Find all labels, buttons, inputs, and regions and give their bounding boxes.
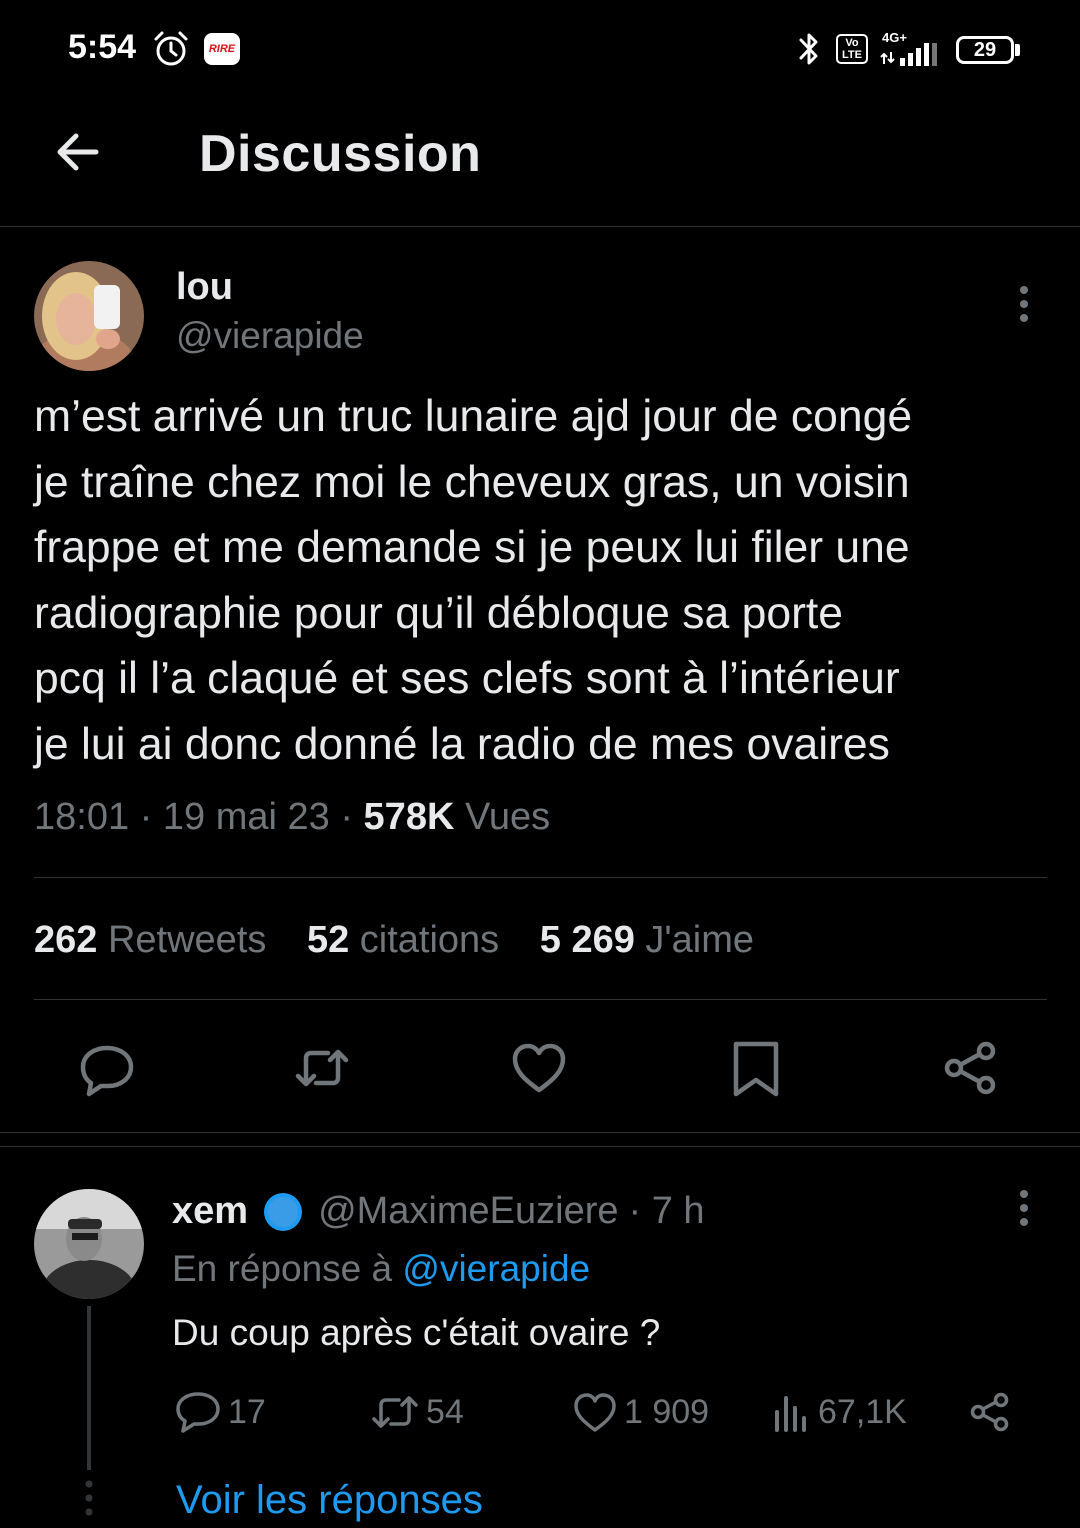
reply-like-button[interactable]: 1 909 [572, 1390, 709, 1434]
quotes-label: citations [359, 919, 500, 961]
thread-continuation-dots [85, 1480, 93, 1516]
likes-stat[interactable]: 5 269 J'aime [540, 919, 754, 962]
alarm-clock-icon [154, 31, 188, 66]
status-time: 5:54 [68, 28, 137, 66]
reply-share-button[interactable] [968, 1390, 1018, 1434]
see-replies-link[interactable]: Voir les réponses [176, 1478, 483, 1523]
author-avatar[interactable] [34, 261, 144, 371]
reply-header: xem @MaximeEuziere · 7 h [172, 1190, 705, 1233]
retweets-label: Retweets [107, 919, 267, 961]
section-divider [0, 1132, 1080, 1133]
views-chart-icon [775, 1396, 806, 1432]
bookmark-icon[interactable] [726, 1038, 786, 1098]
signal-strength-icon [880, 43, 937, 66]
tweet-date: 19 mai 23 [162, 796, 330, 838]
reply-text: Du coup après c'était ovaire ? [172, 1312, 661, 1353]
reply-comment-button[interactable]: 17 [174, 1390, 266, 1434]
reply-replies-count: 17 [228, 1392, 266, 1431]
rire-app-label: RIRE [208, 43, 236, 55]
avatar-photo [34, 261, 144, 371]
retweet-icon [372, 1396, 418, 1428]
in-reply-prefix: En réponse à [172, 1248, 393, 1289]
battery-tip [1015, 44, 1020, 56]
like-heart-icon[interactable] [509, 1038, 569, 1098]
meta-separator: · [340, 796, 353, 838]
reply-retweet-button[interactable]: 54 [370, 1390, 464, 1434]
thread-line [87, 1306, 91, 1470]
retweets-count: 262 [34, 919, 98, 961]
views-count: 578K [363, 796, 455, 838]
likes-label: J'aime [645, 919, 755, 961]
reply-time: · 7 h [628, 1190, 705, 1232]
back-arrow-icon[interactable] [48, 122, 108, 182]
rire-app-icon: RIRE [204, 33, 240, 65]
likes-count: 5 269 [539, 919, 635, 961]
quotes-count: 52 [306, 919, 350, 961]
tweet-time: 18:01 [34, 796, 130, 838]
section-divider-2 [0, 1146, 1080, 1147]
tweet-text: m’est arrivé un truc lunaire ajd jour de… [34, 392, 913, 769]
verified-badge-icon [264, 1192, 303, 1231]
reply-author-name[interactable]: xem [172, 1190, 248, 1233]
views-label: Vues [464, 796, 551, 838]
reply-avatar-photo [34, 1189, 144, 1299]
tweet-meta: 18:01 · 19 mai 23 · 578K Vues [34, 796, 550, 839]
reply-retweets-count: 54 [426, 1392, 464, 1431]
reply-views-count: 67,1K [818, 1392, 907, 1431]
comment-icon [176, 1392, 220, 1433]
in-reply-handle-link[interactable]: @vierapide [402, 1248, 590, 1289]
author-name[interactable]: lou [176, 266, 233, 309]
reply-views-button[interactable]: 67,1K [772, 1390, 907, 1434]
heart-icon [574, 1393, 616, 1432]
meta-separator: · [139, 796, 153, 838]
stats-divider [34, 999, 1047, 1000]
tweet-stats: 262 Retweets 52 citations 5 269 J'aime [34, 919, 784, 962]
in-reply-to: En réponse à @vierapide [172, 1248, 590, 1290]
bluetooth-icon [799, 33, 818, 65]
retweets-stat[interactable]: 262 Retweets [34, 919, 266, 962]
retweet-icon[interactable] [292, 1038, 352, 1098]
share-icon[interactable] [940, 1038, 1000, 1098]
battery-indicator: 29 [956, 36, 1014, 64]
meta-divider [34, 877, 1047, 878]
more-options-icon[interactable] [1010, 284, 1038, 324]
quotes-stat[interactable]: 52 citations [307, 919, 499, 962]
reply-comment-icon[interactable] [77, 1038, 137, 1098]
share-icon [970, 1392, 1009, 1432]
reply-author-handle[interactable]: @MaximeEuziere [318, 1190, 618, 1233]
reply-author-avatar[interactable] [34, 1189, 144, 1299]
header-divider [0, 226, 1080, 227]
volte-icon: Vo LTE [836, 34, 868, 64]
page-title: Discussion [199, 125, 482, 183]
reply-likes-count: 1 909 [624, 1392, 710, 1431]
author-handle[interactable]: @vierapide [176, 315, 364, 357]
reply-more-options-icon[interactable] [1010, 1188, 1038, 1228]
